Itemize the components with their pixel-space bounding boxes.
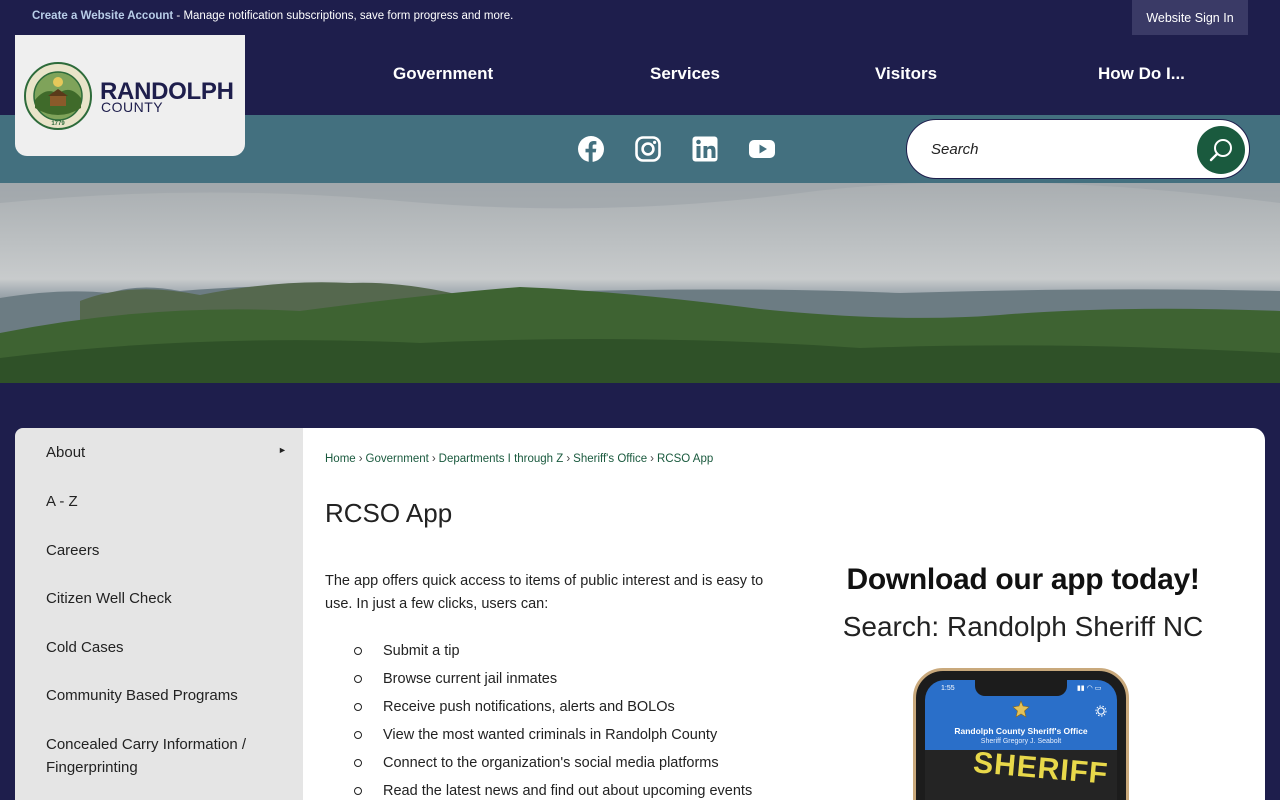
main-content: Home › Government › Departments I through Z ›…: [303, 428, 1265, 800]
top-bar: Create a Website Account - Manage notifi…: [0, 0, 1280, 35]
download-heading: Download our app today!: [846, 563, 1200, 596]
list-item: Read the latest news and find out about …: [325, 777, 785, 800]
settings-gear-icon: [1095, 705, 1107, 717]
sidebar-nav: About ► A - Z Careers Citizen Well Check…: [15, 428, 303, 800]
phone-time: 1:55: [941, 685, 955, 692]
list-item: Receive push notifications, alerts and B…: [325, 693, 785, 721]
nav-government[interactable]: Government: [393, 64, 493, 84]
expand-arrow-icon[interactable]: ►: [278, 445, 287, 455]
nav-visitors[interactable]: Visitors: [875, 64, 937, 84]
account-message-text: - Manage notification subscriptions, sav…: [173, 10, 514, 22]
breadcrumb: Home › Government › Departments I through Z ›…: [325, 453, 714, 465]
sheriff-badge-icon: [1012, 700, 1030, 718]
breadcrumb-government[interactable]: Government: [366, 453, 429, 465]
sidebar-item-about[interactable]: About: [46, 441, 276, 464]
app-phone-image: 1:55 ▮▮ ◠ ▭ Randolph County Sheriff's Of…: [913, 668, 1129, 800]
breadcrumb-home[interactable]: Home: [325, 453, 356, 465]
intro-paragraph: The app offers quick access to items of …: [325, 573, 764, 612]
account-message: Create a Website Account - Manage notifi…: [32, 10, 513, 22]
search-input[interactable]: [931, 136, 1181, 162]
county-seal-icon: 1779: [24, 62, 92, 130]
phone-app-title: Randolph County Sheriff's Office: [954, 726, 1088, 736]
county-logo[interactable]: 1779 RANDOLPH COUNTY: [15, 35, 245, 156]
breadcrumb-current[interactable]: RCSO App: [657, 453, 713, 465]
sidebar-item-concealed-carry[interactable]: Concealed Carry Information / Fingerprin…: [46, 733, 276, 779]
nav-how-do-i[interactable]: How Do I...: [1098, 64, 1185, 84]
sidebar-item-cold-cases[interactable]: Cold Cases: [46, 636, 276, 659]
nav-services[interactable]: Services: [650, 64, 720, 84]
breadcrumb-sheriffs-office[interactable]: Sheriff's Office: [573, 453, 647, 465]
sidebar-item-citizen-well-check[interactable]: Citizen Well Check: [46, 587, 276, 610]
page-title: RCSO App: [325, 498, 453, 528]
create-account-link[interactable]: Create a Website Account: [32, 10, 173, 22]
hero-landscape-image: [0, 183, 1280, 383]
logo-subname: COUNTY: [101, 99, 164, 115]
search-box: [906, 119, 1250, 179]
list-item: Connect to the organization's social med…: [325, 749, 785, 777]
phone-status-icons: ▮▮ ◠ ▭: [1077, 685, 1102, 692]
download-search-hint: Search: Randolph Sheriff NC: [842, 611, 1204, 642]
linkedin-icon[interactable]: [691, 135, 719, 163]
youtube-icon[interactable]: [748, 135, 776, 163]
phone-notch: [975, 680, 1067, 696]
sidebar-item-a-z[interactable]: A - Z: [46, 490, 276, 513]
feature-list: Submit a tip Browse current jail inmates…: [325, 637, 785, 800]
phone-app-subtitle: Sheriff Gregory J. Seabolt: [980, 738, 1062, 745]
search-icon: [1209, 139, 1232, 162]
list-item: View the most wanted criminals in Randol…: [325, 721, 785, 749]
list-item: Submit a tip: [325, 637, 785, 665]
facebook-icon[interactable]: [577, 135, 605, 163]
breadcrumb-departments[interactable]: Departments I through Z: [439, 453, 564, 465]
seal-year: 1779: [51, 121, 65, 127]
sidebar-item-community-based-programs[interactable]: Community Based Programs: [46, 684, 276, 707]
website-sign-in-button[interactable]: Website Sign In: [1132, 0, 1248, 35]
list-item: Browse current jail inmates: [325, 665, 785, 693]
phone-screen: 1:55 ▮▮ ◠ ▭ Randolph County Sheriff's Of…: [925, 680, 1117, 800]
search-button[interactable]: [1197, 126, 1245, 174]
instagram-icon[interactable]: [634, 135, 662, 163]
sidebar-item-careers[interactable]: Careers: [46, 539, 276, 562]
